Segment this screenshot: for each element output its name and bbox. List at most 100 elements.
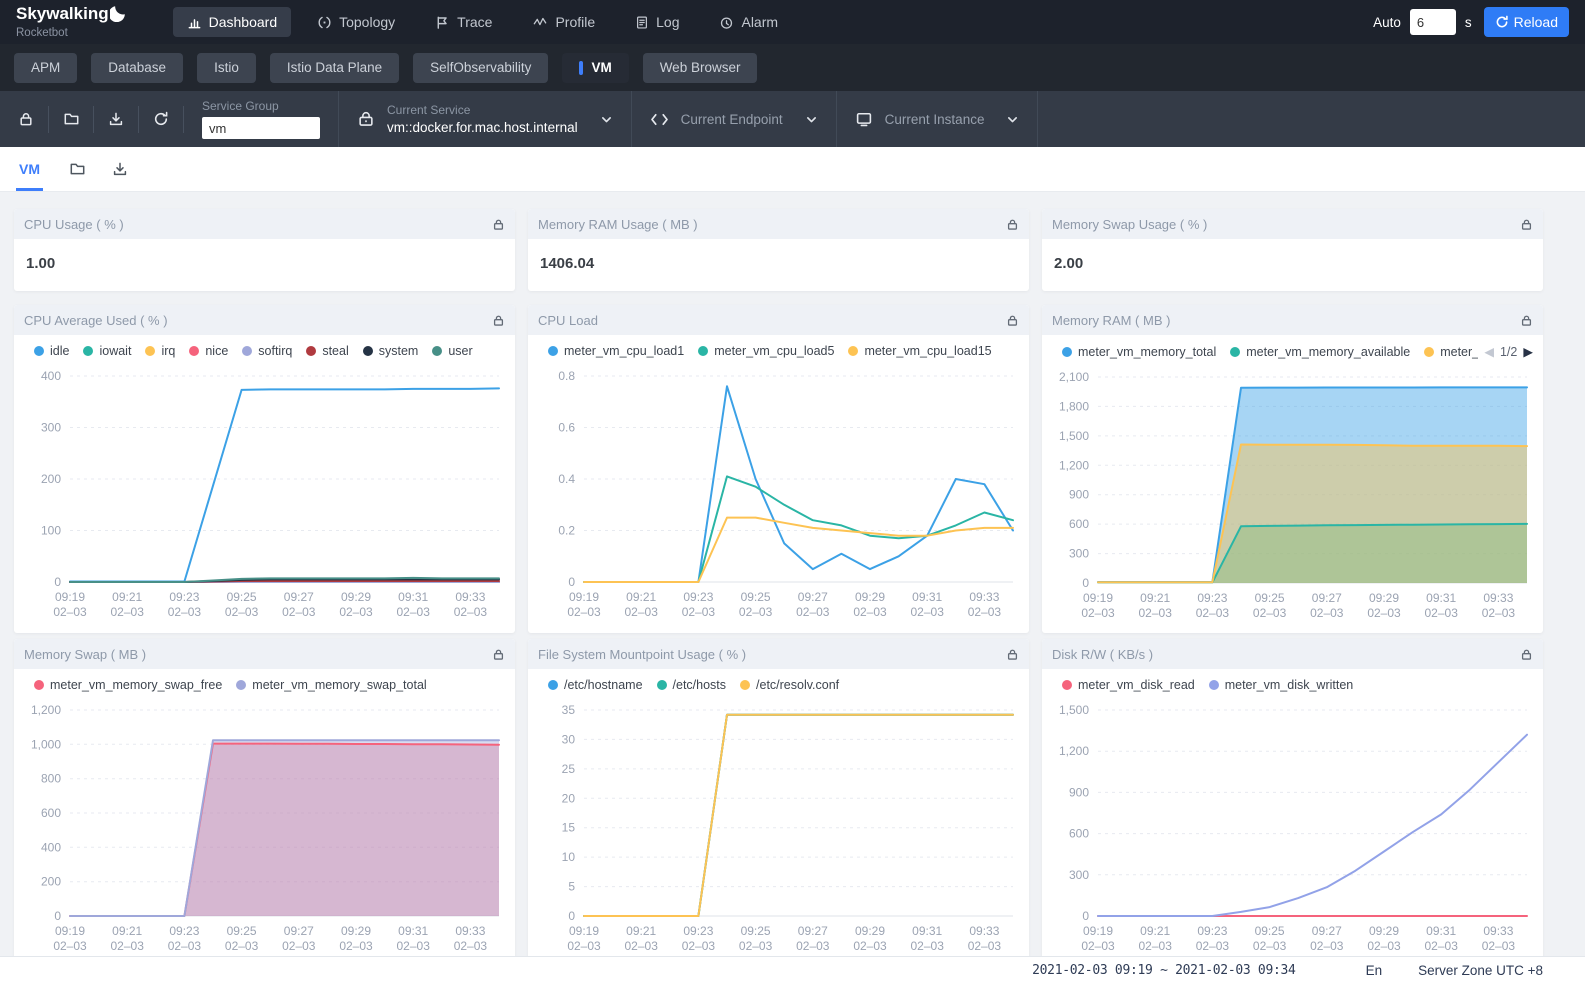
nav-item-profile[interactable]: Profile xyxy=(518,7,609,37)
legend-prev-icon[interactable]: ◀ xyxy=(1484,344,1494,359)
lock-icon[interactable] xyxy=(1006,648,1019,661)
legend-dot xyxy=(1062,680,1072,690)
brand-logo[interactable]: Skywalking Rocketbot xyxy=(16,5,125,40)
svg-text:02–03: 02–03 xyxy=(1367,606,1401,620)
legend-item-meter-vm[interactable]: meter_vm xyxy=(1424,345,1478,359)
nav-item-alarm[interactable]: Alarm xyxy=(705,7,792,37)
dashboard-tab-database[interactable]: Database xyxy=(91,53,183,83)
lock-icon[interactable] xyxy=(1520,218,1533,231)
lock-icon[interactable] xyxy=(1006,314,1019,327)
legend-item-meter-vm-memory-available[interactable]: meter_vm_memory_available xyxy=(1230,345,1410,359)
language-selector[interactable]: En xyxy=(1366,963,1383,978)
svg-text:02–03: 02–03 xyxy=(111,605,145,619)
memory-ram-chart: 03006009001,2001,5001,8002,10009:1902–03… xyxy=(1042,359,1543,633)
dashboard-icon xyxy=(187,15,202,30)
legend-item-irq[interactable]: irq xyxy=(145,344,175,358)
chevron-down-icon[interactable] xyxy=(600,113,613,126)
lock-icon[interactable] xyxy=(1520,314,1533,327)
current-service-section[interactable]: Current Service vm::docker.for.mac.host.… xyxy=(339,91,632,147)
tab-vm[interactable]: VM xyxy=(16,147,43,191)
chevron-down-icon[interactable] xyxy=(1006,113,1019,126)
legend-item-etc-hostname[interactable]: /etc/hostname xyxy=(548,678,643,692)
legend-item-system[interactable]: system xyxy=(363,344,419,358)
lock-icon[interactable] xyxy=(492,314,505,327)
svg-text:09:23: 09:23 xyxy=(683,924,713,938)
code-brackets-icon xyxy=(650,112,669,127)
svg-text:09:33: 09:33 xyxy=(1483,591,1513,605)
svg-text:09:23: 09:23 xyxy=(683,590,713,604)
refresh-icon[interactable] xyxy=(139,106,184,133)
current-instance-section[interactable]: Current Instance xyxy=(837,91,1039,147)
legend-item-meter-vm-cpu-load5[interactable]: meter_vm_cpu_load5 xyxy=(698,344,834,358)
chart-legend: /etc/hostname/etc/hosts/etc/resolv.conf xyxy=(528,669,1029,692)
svg-text:02–03: 02–03 xyxy=(339,939,373,953)
legend-item-meter-vm-disk-read[interactable]: meter_vm_disk_read xyxy=(1062,678,1195,692)
auto-reload-controls: Auto s Reload xyxy=(1373,7,1569,37)
legend-item-user[interactable]: user xyxy=(432,344,472,358)
disk-rw-canvas: 03006009001,2001,50009:1902–0309:2102–03… xyxy=(1044,694,1543,966)
svg-text:09:33: 09:33 xyxy=(969,924,999,938)
dashboard-tab-apm[interactable]: APM xyxy=(14,53,77,83)
svg-text:02–03: 02–03 xyxy=(739,939,773,953)
legend-item-meter-vm-memory-total[interactable]: meter_vm_memory_total xyxy=(1062,345,1216,359)
legend-item-steal[interactable]: steal xyxy=(306,344,348,358)
legend-item-softirq[interactable]: softirq xyxy=(242,344,292,358)
dashboard-tab-vm[interactable]: VM xyxy=(562,53,628,83)
download-icon[interactable] xyxy=(94,106,139,133)
auto-interval-input[interactable] xyxy=(1410,9,1456,35)
legend-dot xyxy=(1230,347,1240,357)
svg-text:02–03: 02–03 xyxy=(1139,939,1173,953)
dashboard-tab-istio[interactable]: Istio xyxy=(197,53,256,83)
legend-item-iowait[interactable]: iowait xyxy=(83,344,131,358)
legend-item-idle[interactable]: idle xyxy=(34,344,69,358)
current-service-value: vm::docker.for.mac.host.internal xyxy=(387,120,578,135)
lock-icon[interactable] xyxy=(1006,218,1019,231)
lock-icon[interactable] xyxy=(492,218,505,231)
dashboard-tab-selfobservability[interactable]: SelfObservability xyxy=(413,53,548,83)
server-zone-label[interactable]: Server Zone UTC +8 xyxy=(1418,963,1543,978)
svg-text:02–03: 02–03 xyxy=(168,939,202,953)
svg-text:02–03: 02–03 xyxy=(282,605,316,619)
nav-item-dashboard[interactable]: Dashboard xyxy=(173,7,292,37)
svg-text:09:31: 09:31 xyxy=(398,590,428,604)
time-range-picker[interactable]: 2021-02-03 09:19 ~ 2021-02-03 09:34 xyxy=(1032,963,1295,978)
nav-item-trace[interactable]: Trace xyxy=(421,7,506,37)
legend-item-etc-resolv-conf[interactable]: /etc/resolv.conf xyxy=(740,678,839,692)
legend-dot xyxy=(83,346,93,356)
svg-text:02–03: 02–03 xyxy=(1482,606,1516,620)
nav-item-topology[interactable]: Topology xyxy=(303,7,409,37)
legend-item-etc-hosts[interactable]: /etc/hosts xyxy=(657,678,727,692)
dashboard-tab-web-browser[interactable]: Web Browser xyxy=(643,53,758,83)
svg-text:09:19: 09:19 xyxy=(55,924,85,938)
nav-item-label: Dashboard xyxy=(209,14,278,30)
legend-label: meter_vm_memory_available xyxy=(1246,345,1410,359)
legend-dot xyxy=(363,346,373,356)
lock-icon[interactable] xyxy=(1520,648,1533,661)
lock-icon[interactable] xyxy=(4,106,49,133)
svg-text:0: 0 xyxy=(1082,909,1089,923)
legend-item-meter-vm-memory-swap-total[interactable]: meter_vm_memory_swap_total xyxy=(236,678,426,692)
legend-next-icon[interactable]: ▶ xyxy=(1523,344,1533,359)
chevron-down-icon[interactable] xyxy=(805,113,818,126)
lock-icon[interactable] xyxy=(492,648,505,661)
legend-item-meter-vm-memory-swap-free[interactable]: meter_vm_memory_swap_free xyxy=(34,678,222,692)
legend-label: meter_vm_memory_swap_total xyxy=(252,678,426,692)
legend-item-meter-vm-disk-written[interactable]: meter_vm_disk_written xyxy=(1209,678,1354,692)
download-icon[interactable] xyxy=(112,161,128,177)
folder-icon[interactable] xyxy=(49,106,94,133)
legend-item-meter-vm-cpu-load15[interactable]: meter_vm_cpu_load15 xyxy=(848,344,991,358)
legend-item-nice[interactable]: nice xyxy=(189,344,228,358)
current-endpoint-section[interactable]: Current Endpoint xyxy=(632,91,837,147)
service-group-input[interactable] xyxy=(202,117,320,139)
card-title: Memory Swap Usage ( % ) xyxy=(1052,217,1207,232)
legend-label: system xyxy=(379,344,419,358)
folder-icon[interactable] xyxy=(69,161,86,177)
nav-item-log[interactable]: Log xyxy=(621,7,693,37)
svg-text:02–03: 02–03 xyxy=(1196,606,1230,620)
svg-text:09:33: 09:33 xyxy=(455,924,485,938)
svg-text:1,800: 1,800 xyxy=(1059,399,1089,413)
dashboard-tab-istio-data-plane[interactable]: Istio Data Plane xyxy=(270,53,399,83)
card-title: CPU Average Used ( % ) xyxy=(24,313,168,328)
reload-button[interactable]: Reload xyxy=(1484,7,1569,37)
legend-item-meter-vm-cpu-load1[interactable]: meter_vm_cpu_load1 xyxy=(548,344,684,358)
